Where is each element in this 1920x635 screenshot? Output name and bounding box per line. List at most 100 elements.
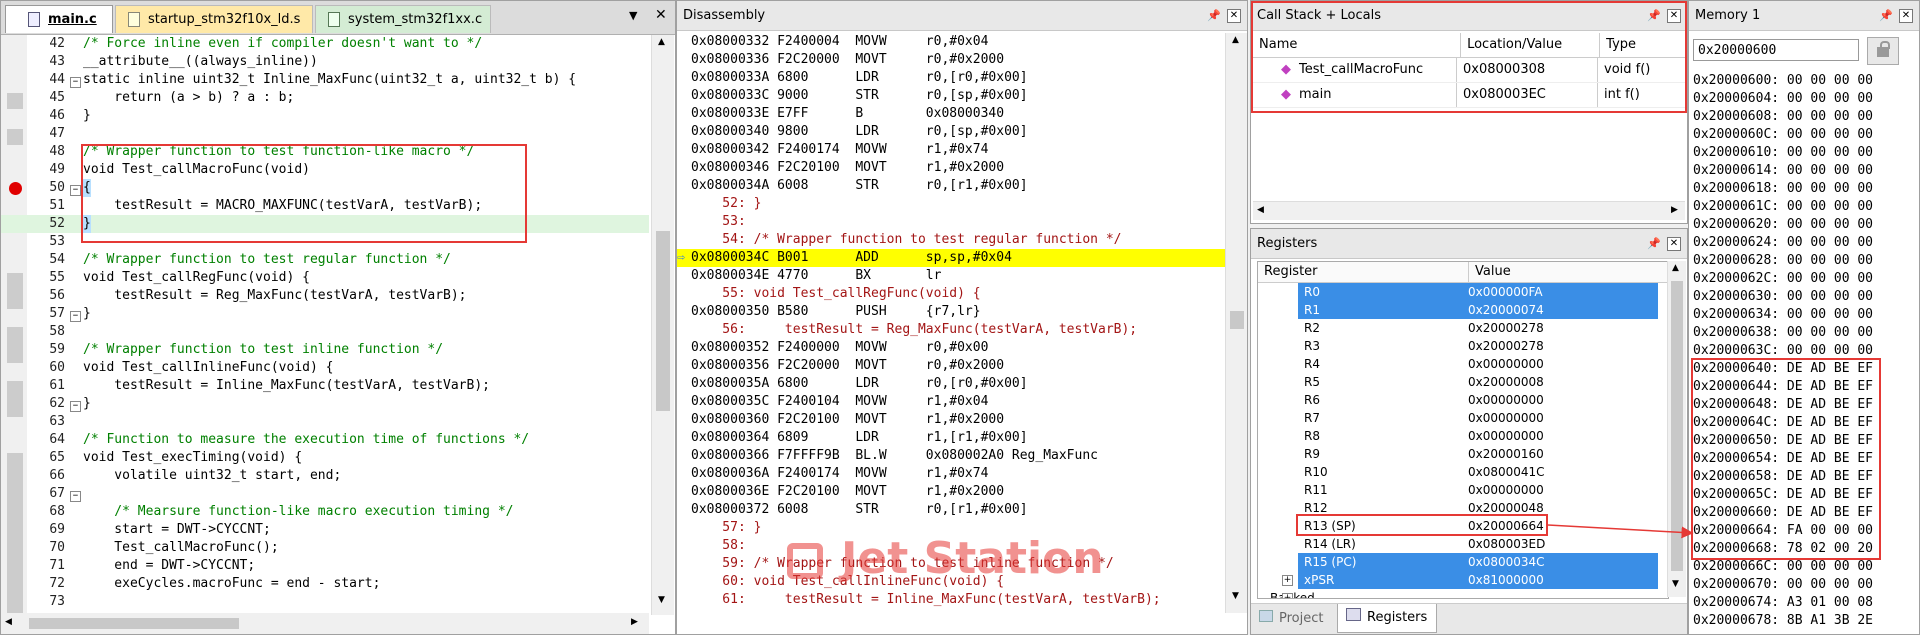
memory-line[interactable]: 0x2000066C: 00 00 00 00 — [1691, 558, 1919, 576]
asm-line[interactable]: 0x08000366 F7FFFF9B BL.W 0x080002A0 Reg_… — [677, 447, 1225, 465]
fold-marker[interactable]: − — [70, 491, 81, 502]
register-row[interactable]: R7 0x00000000 — [1258, 409, 1668, 427]
asm-line[interactable]: 0x0800034E 4770 BX lr — [677, 267, 1225, 285]
tab-list-dropdown-icon[interactable]: ▼ — [629, 9, 637, 22]
column-header[interactable]: Location/Value — [1461, 33, 1601, 57]
memory-line[interactable]: 0x20000648: DE AD BE EF — [1691, 396, 1919, 414]
editor-vertical-scrollbar[interactable]: ▲ ▼ — [651, 35, 674, 615]
memory-line[interactable]: 0x20000660: DE AD BE EF — [1691, 504, 1919, 522]
register-row[interactable]: + xPSR 0x81000000 — [1258, 571, 1668, 589]
scroll-thumb[interactable] — [1671, 281, 1683, 571]
memory-dump[interactable]: 0x20000600: 00 00 00 00 0x20000604: 00 00… — [1691, 72, 1919, 634]
tab-startup-file[interactable]: startup_stm32f10x_ld.s — [115, 5, 313, 33]
scroll-thumb[interactable] — [1230, 311, 1244, 329]
code-line[interactable]: 53 — [1, 233, 649, 251]
fold-marker[interactable]: − — [70, 401, 81, 412]
code-line[interactable]: 71 end = DWT->CYCCNT; — [1, 557, 649, 575]
scroll-right-icon[interactable]: ▶ — [1671, 205, 1678, 215]
editor-close-icon[interactable]: ✕ — [655, 7, 667, 23]
pin-icon[interactable]: 📌 — [1647, 9, 1661, 23]
column-header[interactable]: Register — [1258, 262, 1469, 282]
asm-line[interactable]: 0x08000364 6809 LDR r1,[r1,#0x00] — [677, 429, 1225, 447]
register-row[interactable]: R12 0x20000048 — [1258, 499, 1668, 517]
asm-line[interactable]: 0x0800036A F2400174 MOVW r1,#0x74 — [677, 465, 1225, 483]
code-line[interactable]: 70 Test_callMacroFunc(); — [1, 539, 649, 557]
code-line[interactable]: 72 exeCycles.macroFunc = end - start; — [1, 575, 649, 593]
registers-vertical-scrollbar[interactable]: ▲ ▼ — [1667, 261, 1686, 597]
register-row[interactable]: R15 (PC) 0x0800034C — [1258, 553, 1668, 571]
register-row[interactable]: R4 0x00000000 — [1258, 355, 1668, 373]
disassembly-code[interactable]: 0x08000332 F2400004 MOVW r0,#0x04 0x08000… — [677, 33, 1225, 613]
pin-icon[interactable]: 📌 — [1207, 9, 1221, 23]
asm-line[interactable]: 0x0800035A 6800 LDR r0,[r0,#0x00] — [677, 375, 1225, 393]
code-line[interactable]: 43 __attribute__((always_inline)) — [1, 53, 649, 71]
register-row[interactable]: R6 0x00000000 — [1258, 391, 1668, 409]
code-line[interactable]: 52} — [1, 215, 649, 233]
memory-line[interactable]: 0x20000610: 00 00 00 00 — [1691, 144, 1919, 162]
memory-line[interactable]: 0x20000620: 00 00 00 00 — [1691, 216, 1919, 234]
code-line[interactable]: 66 volatile uint32_t start, end; — [1, 467, 649, 485]
memory-address-input[interactable] — [1693, 39, 1859, 61]
scroll-thumb[interactable] — [656, 231, 670, 411]
column-header[interactable]: Value — [1469, 262, 1655, 282]
code-line[interactable]: 62} — [1, 395, 649, 413]
table-row[interactable]: ◆ Test_callMacroFunc 0x08000308 void f() — [1253, 58, 1685, 83]
memory-line[interactable]: 0x20000614: 00 00 00 00 — [1691, 162, 1919, 180]
asm-line[interactable]: 0x0800033A 6800 LDR r0,[r0,#0x00] — [677, 69, 1225, 87]
source-line[interactable]: 53: — [677, 213, 1225, 231]
memory-line[interactable]: 0x20000624: 00 00 00 00 — [1691, 234, 1919, 252]
asm-line[interactable]: 0x0800033E E7FF B 0x08000340 — [677, 105, 1225, 123]
callstack-horizontal-scrollbar[interactable]: ◀ ▶ — [1253, 201, 1685, 220]
source-line[interactable]: 57: } — [677, 519, 1225, 537]
memory-line[interactable]: 0x20000668: 78 02 00 20 — [1691, 540, 1919, 558]
fold-marker[interactable]: − — [70, 311, 81, 322]
pin-icon[interactable]: 📌 — [1879, 9, 1893, 23]
asm-line[interactable]: 0x0800034A 6008 STR r0,[r1,#0x00] — [677, 177, 1225, 195]
asm-line[interactable]: 0x08000372 6008 STR r0,[r1,#0x00] — [677, 501, 1225, 519]
source-line[interactable]: 60: void Test_callInlineFunc(void) { — [677, 573, 1225, 591]
code-line[interactable]: 60 void Test_callInlineFunc(void) { — [1, 359, 649, 377]
memory-line[interactable]: 0x20000654: DE AD BE EF — [1691, 450, 1919, 468]
scroll-left-icon[interactable]: ◀ — [5, 617, 12, 627]
register-row[interactable]: R1 0x20000074 — [1258, 301, 1668, 319]
code-line[interactable]: 63 — [1, 413, 649, 431]
scroll-left-icon[interactable]: ◀ — [1257, 205, 1264, 215]
pin-icon[interactable]: 📌 — [1647, 237, 1661, 251]
tab-registers[interactable]: Registers — [1337, 604, 1437, 633]
code-line[interactable]: 69 start = DWT->CYCCNT; — [1, 521, 649, 539]
code-line[interactable]: 67 — [1, 485, 649, 503]
table-row[interactable]: ◆ main 0x080003EC int f() — [1253, 83, 1685, 108]
register-row[interactable]: R9 0x20000160 — [1258, 445, 1668, 463]
memory-line[interactable]: 0x20000678: 8B A1 3B 2E — [1691, 612, 1919, 630]
memory-line[interactable]: 0x2000064C: DE AD BE EF — [1691, 414, 1919, 432]
code-line[interactable]: 46} — [1, 107, 649, 125]
memory-line[interactable]: 0x2000062C: 00 00 00 00 — [1691, 270, 1919, 288]
scroll-down-icon[interactable]: ▼ — [1232, 591, 1239, 601]
scroll-up-icon[interactable]: ▲ — [1672, 263, 1679, 273]
memory-line[interactable]: 0x20000604: 00 00 00 00 — [1691, 90, 1919, 108]
register-row[interactable]: R11 0x00000000 — [1258, 481, 1668, 499]
memory-line[interactable]: 0x2000060C: 00 00 00 00 — [1691, 126, 1919, 144]
code-line[interactable]: 57} — [1, 305, 649, 323]
asm-line[interactable]: 0x08000340 9800 LDR r0,[sp,#0x00] — [677, 123, 1225, 141]
register-row[interactable]: R0 0x000000FA — [1258, 283, 1668, 301]
close-icon[interactable]: ✕ — [1899, 8, 1913, 23]
asm-line[interactable]: 0x0800035C F2400104 MOVW r1,#0x04 — [677, 393, 1225, 411]
register-row[interactable]: +Banked — [1258, 589, 1668, 598]
source-line[interactable]: 59: /* Wrapper function to test inline f… — [677, 555, 1225, 573]
asm-line[interactable]: 0x08000352 F2400000 MOVW r0,#0x00 — [677, 339, 1225, 357]
source-line[interactable]: 54: /* Wrapper function to test regular … — [677, 231, 1225, 249]
memory-line[interactable]: 0x20000674: A3 01 00 08 — [1691, 594, 1919, 612]
code-area[interactable]: 42 /* Force inline even if compiler doesn… — [1, 35, 649, 611]
tab-main-c[interactable]: main.c — [5, 5, 113, 33]
asm-line[interactable]: 0x0800034C B001 ADD sp,sp,#0x04 ⇨ — [677, 249, 1225, 267]
asm-line[interactable]: 0x0800036E F2C20100 MOVT r1,#0x2000 — [677, 483, 1225, 501]
register-row[interactable]: R5 0x20000008 — [1258, 373, 1668, 391]
memory-line[interactable]: 0x20000630: 00 00 00 00 — [1691, 288, 1919, 306]
code-line[interactable]: 64 /* Function to measure the execution t… — [1, 431, 649, 449]
tab-system-file[interactable]: system_stm32f1xx.c — [315, 5, 491, 33]
code-line[interactable]: 58 — [1, 323, 649, 341]
asm-line[interactable]: 0x08000360 F2C20100 MOVT r1,#0x2000 — [677, 411, 1225, 429]
code-line[interactable]: 65 void Test_execTiming(void) { — [1, 449, 649, 467]
disassembly-vertical-scrollbar[interactable]: ▲ ▼ — [1225, 33, 1247, 613]
